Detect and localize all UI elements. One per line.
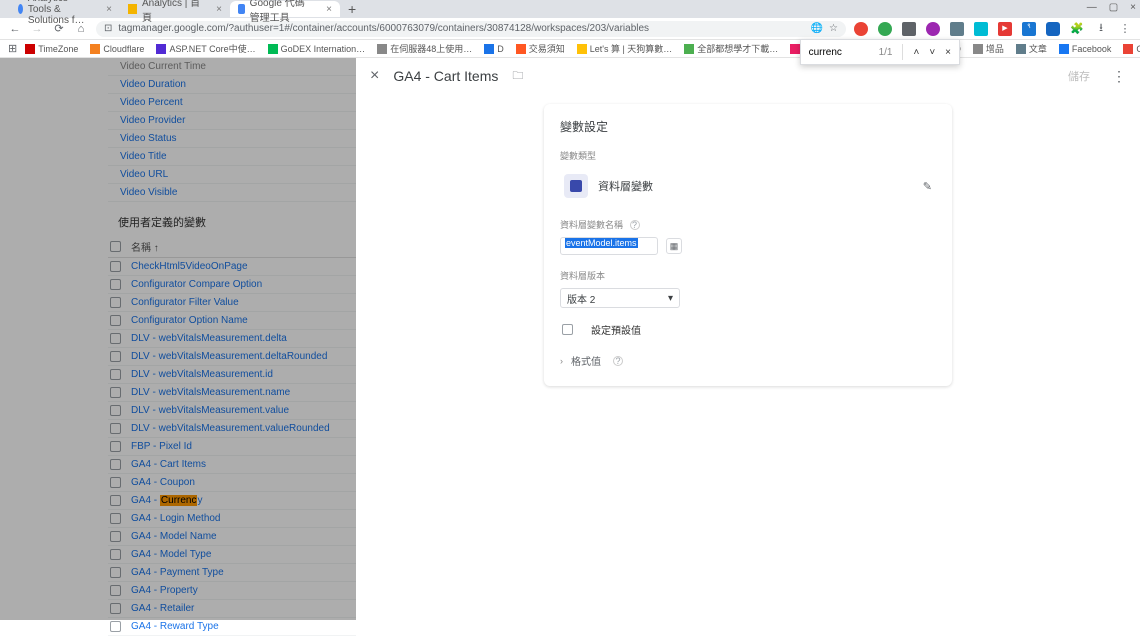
translate-icon[interactable]: 🌐 [811, 23, 823, 34]
minimize-icon[interactable]: — [1087, 2, 1097, 13]
ext-icon[interactable] [926, 22, 940, 36]
bookmark[interactable]: 全部都想學才下載… [680, 42, 782, 55]
star-icon[interactable]: ☆ [829, 23, 838, 34]
chevron-right-icon: › [560, 356, 563, 366]
edit-icon[interactable]: ✎ [923, 180, 932, 193]
chevron-down-icon: ▾ [668, 293, 673, 304]
find-count: 1/1 [879, 47, 893, 58]
bookmark[interactable]: Let's 算 | 天狗算數… [573, 42, 677, 55]
find-input[interactable] [809, 47, 869, 58]
ext-icon[interactable] [950, 22, 964, 36]
dlv-name-input[interactable]: eventModel.items [560, 237, 658, 255]
bookmark[interactable]: ASP.NET Core中使… [152, 42, 259, 55]
bookmark[interactable]: Gmail [1119, 44, 1140, 54]
bookmark[interactable]: 增品 [969, 42, 1008, 55]
bookmark[interactable]: TimeZone [21, 44, 82, 54]
select-value: 版本 2 [567, 291, 595, 306]
panel-header: × GA4 - Cart Items 🗀 儲存 ⋮ [356, 58, 1140, 94]
variable-config-card: 變數設定 變數類型 資料層變數 ✎ 資料層變數名稱 ? eventModel.i… [544, 104, 952, 386]
close-icon[interactable]: × [370, 67, 379, 85]
folder-icon[interactable]: 🗀 [512, 67, 523, 86]
ext-icon[interactable] [1046, 22, 1060, 36]
ext-icon[interactable] [902, 22, 916, 36]
variable-type-row[interactable]: 資料層變數 ✎ [560, 168, 936, 204]
forward-icon[interactable]: → [30, 22, 44, 36]
new-tab-button[interactable]: + [340, 1, 364, 17]
close-icon[interactable]: × [216, 4, 222, 15]
variable-editor-panel: × GA4 - Cart Items 🗀 儲存 ⋮ 變數設定 變數類型 資料層變… [356, 58, 1140, 620]
downloads-icon[interactable]: ⭳ [1094, 22, 1108, 36]
favicon [128, 4, 137, 14]
find-prev-icon[interactable]: ˄ [913, 47, 919, 58]
format-value-row[interactable]: › 格式值 ? [560, 353, 936, 368]
tab-label: Analytics | 首頁 [142, 0, 203, 24]
bookmark[interactable]: GoDEX Internation… [264, 44, 370, 54]
default-value-checkbox-row[interactable]: 設定預設值 [560, 322, 936, 337]
insert-variable-icon[interactable]: ▦ [666, 238, 682, 254]
variable-row[interactable]: GA4 - Reward Type [108, 618, 356, 636]
ext-icon[interactable]: ▶ [998, 22, 1012, 36]
bookmark[interactable]: Facebook [1055, 44, 1116, 54]
close-icon[interactable]: × [326, 4, 332, 15]
card-title: 變數設定 [560, 118, 936, 135]
variable-link[interactable]: GA4 - Reward Type [131, 621, 219, 632]
site-info-icon[interactable]: ⊡ [104, 23, 112, 34]
bookmark[interactable]: 交易須知 [512, 42, 569, 55]
bookmark[interactable]: D [480, 44, 508, 54]
back-icon[interactable]: ← [8, 22, 22, 36]
ext-icon[interactable] [854, 22, 868, 36]
ext-icon[interactable] [878, 22, 892, 36]
checkbox-label: 設定預設值 [591, 322, 641, 337]
favicon [238, 4, 245, 14]
favicon [18, 4, 23, 14]
close-window-icon[interactable]: × [1130, 2, 1136, 13]
browser-tab[interactable]: Analytics Tools & Solutions f… × [10, 1, 120, 17]
extension-icons: ▶ ९ 🧩 ⭳ ⋮ [854, 22, 1132, 36]
browser-tab-strip: Analytics Tools & Solutions f… × Analyti… [0, 0, 1140, 18]
format-label: 格式值 [571, 353, 601, 368]
ext-icon[interactable]: ९ [1022, 22, 1036, 36]
bookmark[interactable]: 文章 [1012, 42, 1051, 55]
browser-tab[interactable]: Analytics | 首頁 × [120, 1, 230, 17]
bookmarks-bar: ⊞ TimeZone Cloudflare ASP.NET Core中使… Go… [0, 40, 1140, 58]
datalayer-icon [564, 174, 588, 198]
save-button[interactable]: 儲存 [1058, 64, 1100, 88]
bookmark[interactable]: Cloudflare [86, 44, 148, 54]
kebab-menu-icon[interactable]: ⋮ [1112, 68, 1126, 85]
help-icon[interactable]: ? [630, 220, 640, 230]
field-label: 資料層變數名稱 ? [560, 218, 936, 231]
help-icon[interactable]: ? [613, 356, 623, 366]
address-bar[interactable]: ⊡ tagmanager.google.com/?authuser=1#/con… [96, 21, 846, 37]
field-label: 變數類型 [560, 149, 936, 162]
url-text: tagmanager.google.com/?authuser=1#/conta… [118, 23, 804, 34]
field-label: 資料層版本 [560, 269, 936, 282]
maximize-icon[interactable]: ▢ [1109, 2, 1118, 13]
dlv-version-select[interactable]: 版本 2 ▾ [560, 288, 680, 308]
window-controls: — ▢ × [1087, 2, 1136, 13]
page-content: Video Current Time Video Duration Video … [0, 58, 1140, 620]
apps-icon[interactable]: ⊞ [8, 42, 17, 56]
variable-type-name: 資料層變數 [598, 178, 653, 194]
menu-icon[interactable]: ⋮ [1118, 22, 1132, 36]
close-icon[interactable]: × [106, 4, 112, 15]
checkbox[interactable] [562, 324, 573, 335]
browser-tab-active[interactable]: Google 代碼管理工具 × [230, 1, 340, 17]
bookmark[interactable]: 在伺服器48上使用… [373, 42, 476, 55]
find-close-icon[interactable]: × [945, 47, 951, 58]
find-next-icon[interactable]: ˅ [929, 47, 935, 58]
panel-title[interactable]: GA4 - Cart Items [393, 68, 498, 84]
extensions-icon[interactable]: 🧩 [1070, 22, 1084, 36]
tab-label: Google 代碼管理工具 [250, 0, 313, 24]
row-checkbox[interactable] [110, 621, 121, 632]
find-in-page-bar: 1/1 ˄ ˅ × [800, 39, 960, 65]
ext-icon[interactable] [974, 22, 988, 36]
